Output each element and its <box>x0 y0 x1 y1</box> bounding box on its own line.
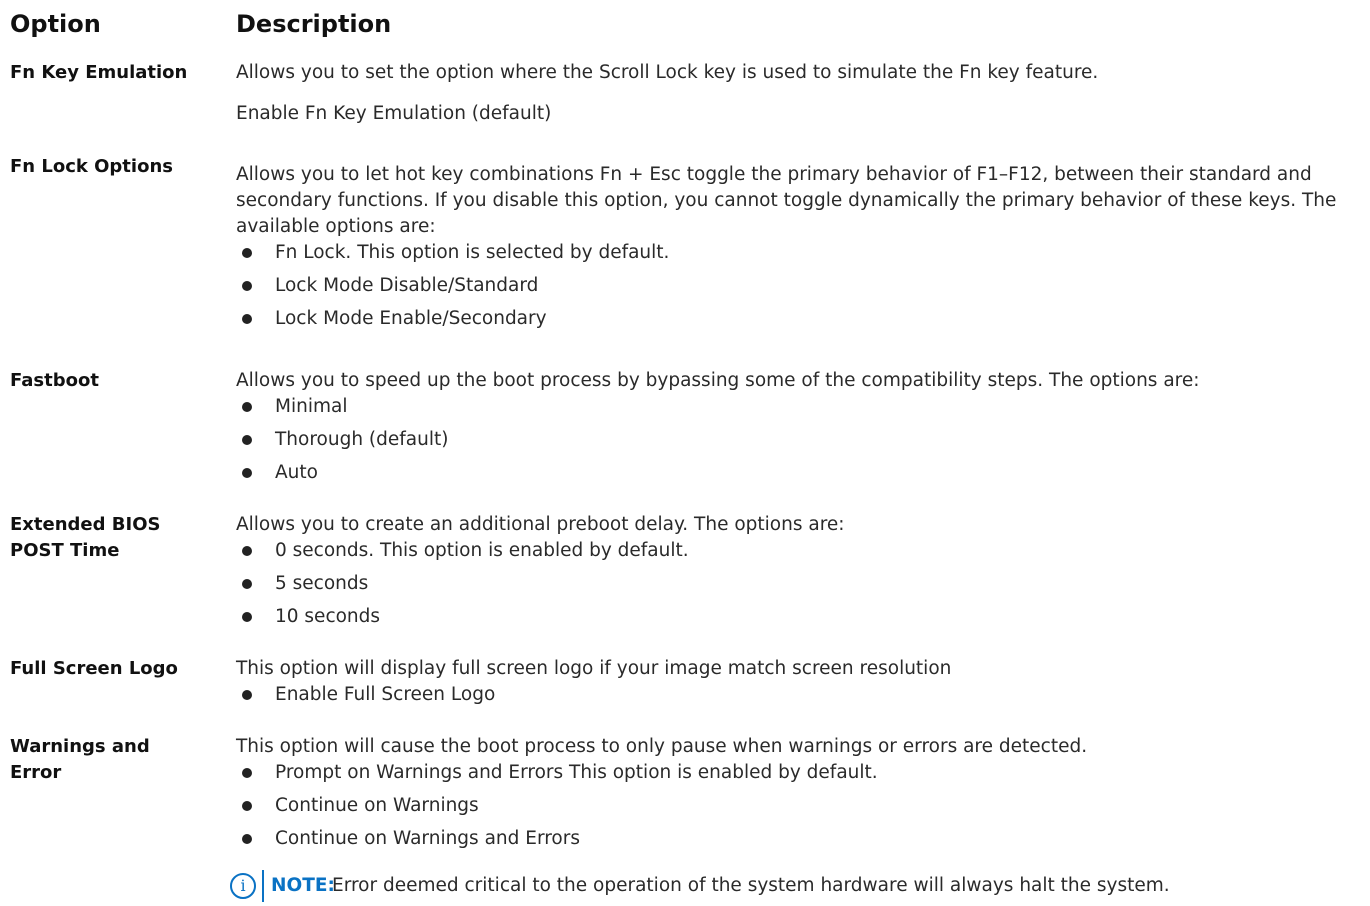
option-description: Allows you to let hot key combinations F… <box>236 162 1361 339</box>
option-name: Full Screen Logo <box>10 658 178 679</box>
list-item: Auto <box>236 460 1361 493</box>
description-text: This option will cause the boot process … <box>236 736 1088 757</box>
option-description: This option will cause the boot process … <box>236 734 1361 859</box>
bullet-icon <box>242 579 252 589</box>
note-divider <box>262 870 264 902</box>
list-item: Prompt on Warnings and Errors This optio… <box>236 760 1361 793</box>
bullet-icon <box>242 834 252 844</box>
option-name: Warnings and Error <box>10 736 150 783</box>
bullet-icon <box>242 768 252 778</box>
option-name: Fn Key Emulation <box>10 62 188 83</box>
bullet-icon <box>242 690 252 700</box>
bullet-icon <box>242 281 252 291</box>
option-list: Fn Lock. This option is selected by defa… <box>236 240 1361 339</box>
bullet-icon <box>242 612 252 622</box>
list-item: Minimal <box>236 394 1361 427</box>
table-header: Option Description <box>0 6 1370 46</box>
bullet-icon <box>242 546 252 556</box>
list-item: 10 seconds <box>236 604 1361 637</box>
column-header-option: Option <box>10 10 101 38</box>
list-item: Thorough (default) <box>236 427 1361 460</box>
list-item: Lock Mode Disable/Standard <box>236 273 1361 306</box>
option-list: Minimal Thorough (default) Auto <box>236 394 1361 493</box>
option-description: Allows you to create an additional prebo… <box>236 512 1361 637</box>
list-item: Continue on Warnings and Errors <box>236 826 1361 859</box>
description-text: This option will display full screen log… <box>236 658 952 679</box>
note-label: NOTE: <box>271 875 335 896</box>
list-item: 0 seconds. This option is enabled by def… <box>236 538 1361 571</box>
option-list: 0 seconds. This option is enabled by def… <box>236 538 1361 637</box>
list-item: Lock Mode Enable/Secondary <box>236 306 1361 339</box>
info-icon: i <box>230 873 256 899</box>
list-item: Fn Lock. This option is selected by defa… <box>236 240 1361 273</box>
note-callout: i NOTE: Error deemed critical to the ope… <box>230 870 1370 906</box>
option-name: Extended BIOS POST Time <box>10 514 161 561</box>
option-list: Enable Full Screen Logo <box>236 682 1361 715</box>
description-extra: Enable Fn Key Emulation (default) <box>236 103 552 124</box>
list-item: Continue on Warnings <box>236 793 1361 826</box>
bullet-icon <box>242 314 252 324</box>
option-description: Allows you to speed up the boot process … <box>236 368 1361 493</box>
option-name: Fastboot <box>10 370 99 391</box>
bullet-icon <box>242 468 252 478</box>
description-text: Allows you to set the option where the S… <box>236 62 1099 83</box>
option-list: Prompt on Warnings and Errors This optio… <box>236 760 1361 859</box>
option-description: Allows you to set the option where the S… <box>236 60 1361 127</box>
option-name: Fn Lock Options <box>10 156 173 177</box>
bullet-icon <box>242 801 252 811</box>
description-text: Allows you to let hot key combinations F… <box>236 164 1337 237</box>
column-header-description: Description <box>236 10 392 38</box>
bullet-icon <box>242 402 252 412</box>
description-text: Allows you to create an additional prebo… <box>236 514 845 535</box>
bios-options-table: Option Description Fn Key Emulation Allo… <box>0 0 1370 906</box>
note-text: Error deemed critical to the operation o… <box>332 875 1170 896</box>
option-description: This option will display full screen log… <box>236 656 1361 715</box>
bullet-icon <box>242 248 252 258</box>
list-item: Enable Full Screen Logo <box>236 682 1361 715</box>
bullet-icon <box>242 435 252 445</box>
list-item: 5 seconds <box>236 571 1361 604</box>
description-text: Allows you to speed up the boot process … <box>236 370 1200 391</box>
